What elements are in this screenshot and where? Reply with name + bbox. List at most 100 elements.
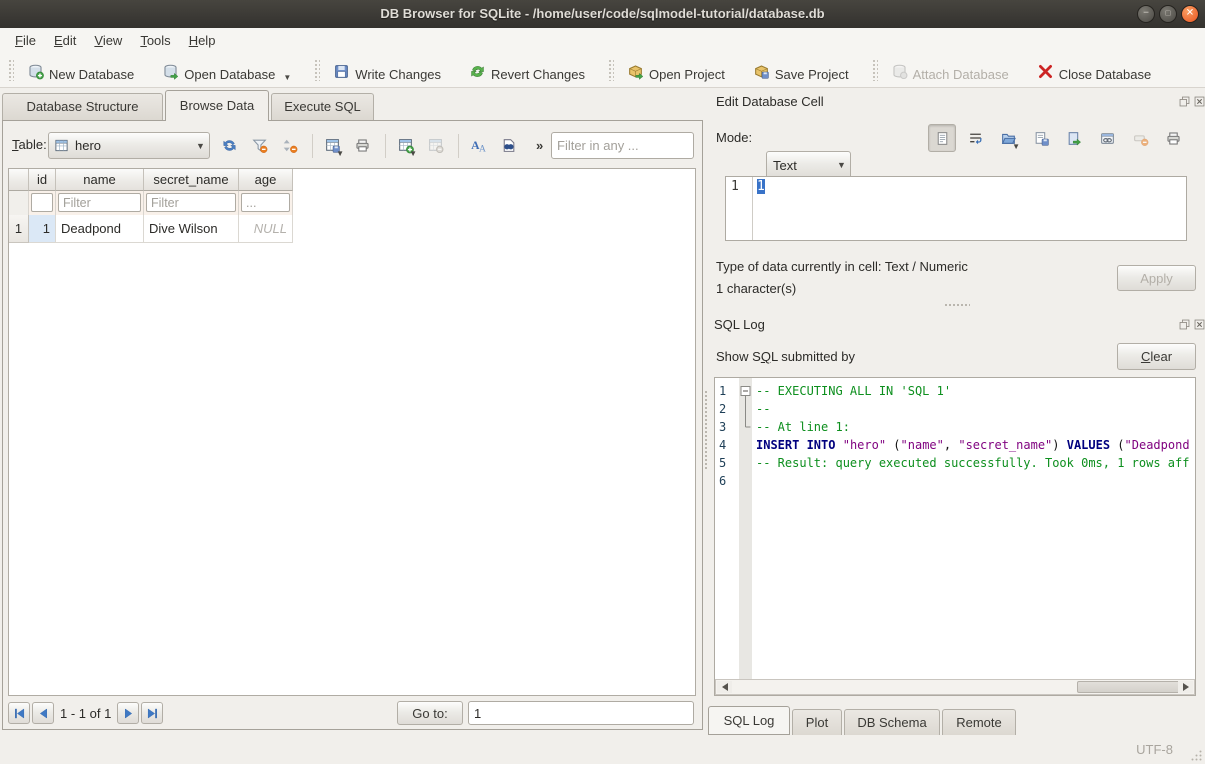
- nav-first-button[interactable]: [8, 702, 30, 724]
- clear-filter-icon: [251, 137, 268, 154]
- scroll-left-icon[interactable]: [717, 681, 732, 693]
- resize-grip[interactable]: [1190, 749, 1203, 762]
- cell-name[interactable]: Deadpond: [56, 215, 144, 243]
- print-button[interactable]: [349, 132, 376, 159]
- attach-database-button[interactable]: Attach Database: [882, 57, 1018, 83]
- tab-browse-data[interactable]: Browse Data: [165, 90, 269, 121]
- edit-cell-float-icon[interactable]: [1177, 94, 1191, 108]
- column-filter-input[interactable]: [58, 193, 141, 212]
- text-document-button[interactable]: [928, 124, 956, 152]
- table-selector-value: hero: [69, 138, 192, 153]
- find-icon: [500, 137, 517, 154]
- log-line-number: 5: [719, 454, 726, 472]
- dock-tab-remote[interactable]: Remote: [942, 709, 1016, 735]
- sql-log-close-icon[interactable]: [1192, 317, 1205, 331]
- menu-tools[interactable]: Tools: [131, 28, 179, 53]
- table-label: Table:: [12, 137, 47, 152]
- filter-any-input[interactable]: [551, 132, 694, 159]
- tab-database-structure[interactable]: Database Structure: [2, 93, 163, 120]
- revert-changes-button[interactable]: Revert Changes: [460, 57, 594, 83]
- export-icon: [1066, 130, 1083, 147]
- log-line-number: 4: [719, 436, 726, 454]
- refresh-button[interactable]: [216, 132, 243, 159]
- goto-button[interactable]: Go to:: [397, 701, 463, 725]
- log-line-number: 2: [719, 400, 726, 418]
- dock-tab-plot[interactable]: Plot: [792, 709, 842, 735]
- toolbar-separator: [385, 134, 386, 158]
- word-wrap-button[interactable]: [961, 124, 989, 152]
- nav-prev-icon: [36, 706, 51, 721]
- open-project-button[interactable]: Open Project: [618, 57, 734, 83]
- tab-execute-sql[interactable]: Execute SQL: [271, 93, 374, 120]
- nav-next-button[interactable]: [117, 702, 139, 724]
- toolbar-overflow-chevron[interactable]: »: [536, 138, 543, 153]
- close-button[interactable]: ✕: [1181, 5, 1199, 23]
- panel-splitter[interactable]: [704, 390, 709, 470]
- font-button[interactable]: AA: [465, 132, 492, 159]
- menu-edit[interactable]: Edit: [45, 28, 85, 53]
- text-document-icon: [934, 130, 951, 147]
- cell-secret_name[interactable]: Dive Wilson: [144, 215, 239, 243]
- save-file-button[interactable]: [1027, 124, 1055, 152]
- find-button[interactable]: [495, 132, 522, 159]
- set-null-button[interactable]: [1126, 124, 1154, 152]
- save-project-button[interactable]: Save Project: [744, 57, 858, 83]
- filter-cell: [29, 191, 56, 215]
- scrollbar-thumb[interactable]: [1077, 681, 1181, 693]
- delete-record-button[interactable]: [422, 132, 449, 159]
- toolbar-handle: [872, 59, 878, 81]
- cell-age[interactable]: NULL: [239, 215, 293, 243]
- log-hscrollbar[interactable]: [715, 679, 1195, 695]
- dock-tab-sql-log[interactable]: SQL Log: [708, 706, 790, 735]
- mode-selector[interactable]: Text ▼: [766, 151, 851, 179]
- nav-prev-button[interactable]: [32, 702, 54, 724]
- close-database-button[interactable]: Close Database: [1028, 57, 1161, 83]
- scroll-right-icon[interactable]: [1178, 681, 1193, 693]
- write-changes-button[interactable]: Write Changes: [324, 57, 450, 83]
- clear-log-button[interactable]: Clear: [1117, 343, 1196, 370]
- menu-file[interactable]: File: [6, 28, 45, 53]
- column-header-age[interactable]: age: [239, 169, 293, 191]
- nav-last-button[interactable]: [141, 702, 163, 724]
- cell-editor[interactable]: 1 1: [725, 176, 1187, 241]
- apply-button[interactable]: Apply: [1117, 265, 1196, 291]
- column-filter-input[interactable]: [241, 193, 290, 212]
- column-header-id[interactable]: id: [29, 169, 56, 191]
- link-icon: [1099, 130, 1116, 147]
- column-filter-input[interactable]: [146, 193, 236, 212]
- open-database-button[interactable]: Open Database▼: [153, 57, 300, 83]
- clear-sort-icon: [281, 137, 298, 154]
- link-button[interactable]: [1093, 124, 1121, 152]
- goto-input[interactable]: [468, 701, 694, 725]
- dock-splitter[interactable]: [944, 303, 970, 308]
- save-table-button[interactable]: ▼: [319, 132, 346, 159]
- new-database-button[interactable]: New Database: [18, 57, 143, 83]
- fold-marker-icon[interactable]: [739, 378, 752, 448]
- new-record-button[interactable]: ▼: [392, 132, 419, 159]
- edit-cell-close-icon[interactable]: [1192, 94, 1205, 108]
- column-header-name[interactable]: name: [56, 169, 144, 191]
- nav-last-icon: [145, 706, 160, 721]
- cell-id[interactable]: 1: [29, 215, 56, 243]
- column-filter-input[interactable]: [31, 193, 53, 212]
- print-button[interactable]: [1159, 124, 1187, 152]
- attach-database-icon: [891, 63, 908, 83]
- sql-log-float-icon[interactable]: [1177, 317, 1191, 331]
- log-line: -- At line 1:: [756, 418, 1195, 436]
- sql-log-editor[interactable]: 1-- EXECUTING ALL IN 'SQL 1'2--3-- At li…: [714, 377, 1196, 696]
- row-header[interactable]: 1: [9, 215, 29, 243]
- menu-view[interactable]: View: [85, 28, 131, 53]
- menu-help[interactable]: Help: [180, 28, 225, 53]
- clear-sort-button[interactable]: [276, 132, 303, 159]
- column-header-secret_name[interactable]: secret_name: [144, 169, 239, 191]
- open-file-button[interactable]: ▼: [994, 124, 1022, 152]
- sql-log-filter-label: Show SQL submitted by: [716, 349, 855, 364]
- open-database-icon: [162, 63, 179, 83]
- table-selector[interactable]: hero ▼: [48, 132, 210, 159]
- maximize-button[interactable]: □: [1159, 5, 1177, 23]
- filter-row-corner: [9, 191, 29, 215]
- minimize-button[interactable]: −: [1137, 5, 1155, 23]
- clear-filter-button[interactable]: [246, 132, 273, 159]
- export-button[interactable]: [1060, 124, 1088, 152]
- dock-tab-db-schema[interactable]: DB Schema: [844, 709, 940, 735]
